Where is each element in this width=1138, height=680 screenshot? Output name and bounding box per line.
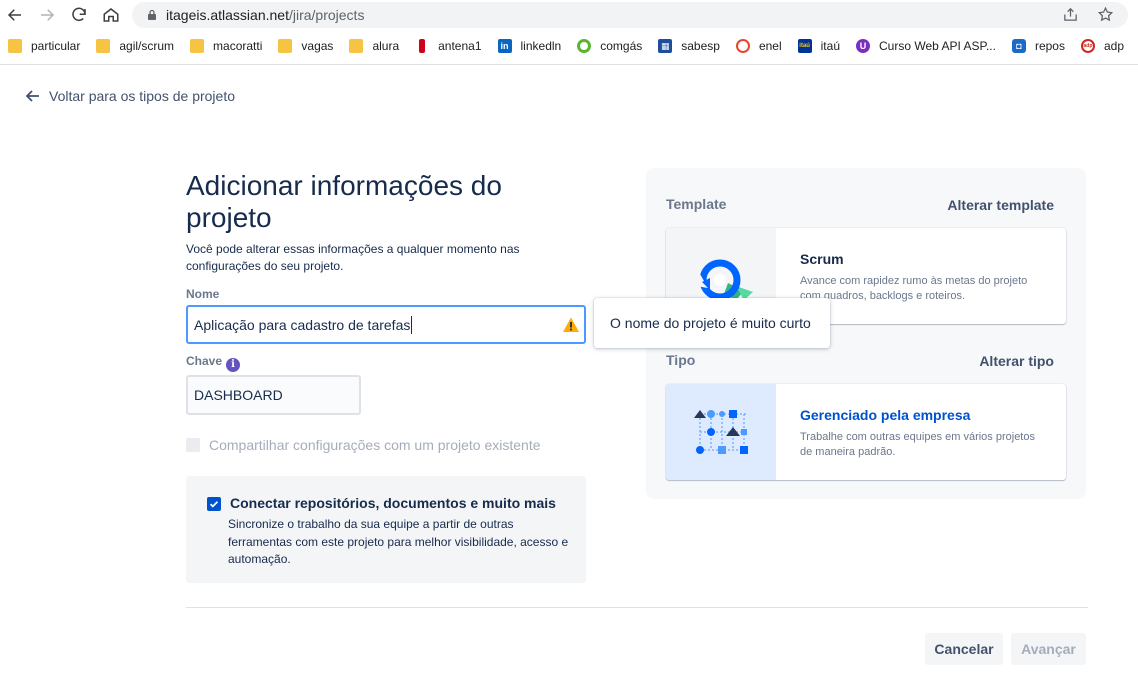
info-icon[interactable]: i — [226, 357, 241, 372]
browser-toolbar: itageis.atlassian.net/jira/projects — [0, 0, 1138, 30]
template-label: Template — [666, 196, 727, 212]
folder-icon — [349, 39, 364, 53]
bookmark-agil-scrum[interactable]: agil/scrum — [96, 39, 174, 53]
type-label: Tipo — [666, 352, 696, 368]
back-link-label: Voltar para os tipos de projeto — [49, 88, 236, 104]
bookmark-curso-web-api[interactable]: U Curso Web API ASP... — [856, 39, 996, 53]
name-label: Nome — [186, 287, 220, 301]
type-description: Trabalhe com outras equipes em vários pr… — [800, 431, 1035, 458]
folder-icon — [8, 39, 22, 53]
connect-description: Sincronize o trabalho da sua equipe a pa… — [228, 517, 569, 566]
next-button[interactable]: Avançar — [1011, 633, 1086, 665]
bookmarks-bar: particular agil/scrum macoratti vagas al… — [0, 32, 1138, 60]
project-name-value: Aplicação para cadastro de tarefas — [194, 316, 411, 333]
change-template-link[interactable]: Alterar template — [947, 197, 1054, 213]
folder-icon — [278, 39, 293, 53]
comgas-icon — [577, 39, 592, 53]
reload-icon[interactable] — [68, 4, 90, 26]
bookmark-comgas[interactable]: comgás — [577, 39, 642, 53]
text-caret — [411, 315, 413, 334]
adp-icon: adp — [1080, 39, 1095, 53]
folder-icon — [96, 39, 111, 53]
bookmark-macoratti[interactable]: macoratti — [190, 39, 262, 53]
enel-icon — [735, 39, 750, 53]
bookmark-sabesp[interactable]: ▦ sabesp — [658, 39, 720, 53]
toolbar-divider — [0, 64, 1138, 65]
key-label: Chave i — [186, 354, 241, 372]
bookmark-particular[interactable]: particular — [8, 39, 80, 53]
bookmark-enel[interactable]: enel — [735, 39, 782, 53]
cancel-button[interactable]: Cancelar — [925, 633, 1003, 665]
connect-checkbox[interactable] — [207, 497, 221, 511]
check-icon — [209, 501, 219, 508]
antena1-icon — [419, 39, 426, 53]
sabesp-icon: ▦ — [658, 39, 673, 53]
bookmark-vagas[interactable]: vagas — [278, 39, 333, 53]
project-key-value: DASHBOARD — [194, 387, 283, 403]
page-title: Adicionar informações do projeto — [186, 170, 502, 233]
back-to-project-types-link[interactable]: Voltar para os tipos de projeto — [25, 88, 235, 104]
template-title: Scrum — [800, 251, 844, 267]
connect-repositories-box: Conectar repositórios, documentos e muit… — [186, 476, 586, 583]
share-icon[interactable] — [1062, 6, 1079, 28]
bookmark-itau[interactable]: itaú itaú — [797, 39, 840, 53]
arrow-left-icon — [25, 90, 39, 102]
name-error-tooltip: O nome do projeto é muito curto — [594, 298, 830, 348]
company-managed-illustration — [666, 384, 776, 480]
repos-icon: ◘ — [1011, 39, 1026, 53]
type-title: Gerenciado pela empresa — [800, 407, 971, 423]
bookmark-alura[interactable]: alura — [349, 39, 399, 53]
footer-divider — [186, 607, 1088, 608]
home-icon[interactable] — [100, 4, 122, 26]
bookmark-antena1[interactable]: antena1 — [415, 39, 482, 53]
project-name-input[interactable]: Aplicação para cadastro de tarefas — [186, 305, 586, 344]
url-text: itageis.atlassian.net/jira/projects — [166, 7, 365, 23]
template-description: Avance com rapidez rumo às metas do proj… — [800, 275, 1028, 302]
bookmark-linkedin[interactable]: in linkedln — [497, 39, 561, 53]
address-bar[interactable]: itageis.atlassian.net/jira/projects — [132, 2, 1128, 28]
itau-icon: itaú — [797, 39, 812, 53]
linkedin-icon: in — [497, 39, 512, 53]
warning-icon — [563, 317, 579, 332]
share-settings-checkbox — [186, 438, 200, 452]
course-icon: U — [856, 39, 870, 53]
forward-arrow-icon[interactable] — [36, 4, 58, 26]
type-card: Gerenciado pela empresa Trabalhe com out… — [666, 384, 1066, 480]
bookmark-adp[interactable]: adp adp — [1080, 39, 1124, 53]
page-subtitle: Você pode alterar essas informações a qu… — [186, 242, 520, 273]
star-icon[interactable] — [1097, 6, 1114, 28]
change-type-link[interactable]: Alterar tipo — [979, 353, 1054, 369]
company-managed-icon — [694, 410, 748, 454]
connect-title: Conectar repositórios, documentos e muit… — [230, 495, 556, 511]
share-settings-option: Compartilhar configurações com um projet… — [186, 437, 541, 453]
project-key-input[interactable]: DASHBOARD — [186, 375, 361, 415]
back-arrow-icon[interactable] — [4, 4, 26, 26]
folder-icon — [190, 39, 205, 53]
lock-icon — [146, 9, 158, 21]
bookmark-repos[interactable]: ◘ repos — [1011, 39, 1065, 53]
share-settings-label: Compartilhar configurações com um projet… — [209, 437, 541, 453]
